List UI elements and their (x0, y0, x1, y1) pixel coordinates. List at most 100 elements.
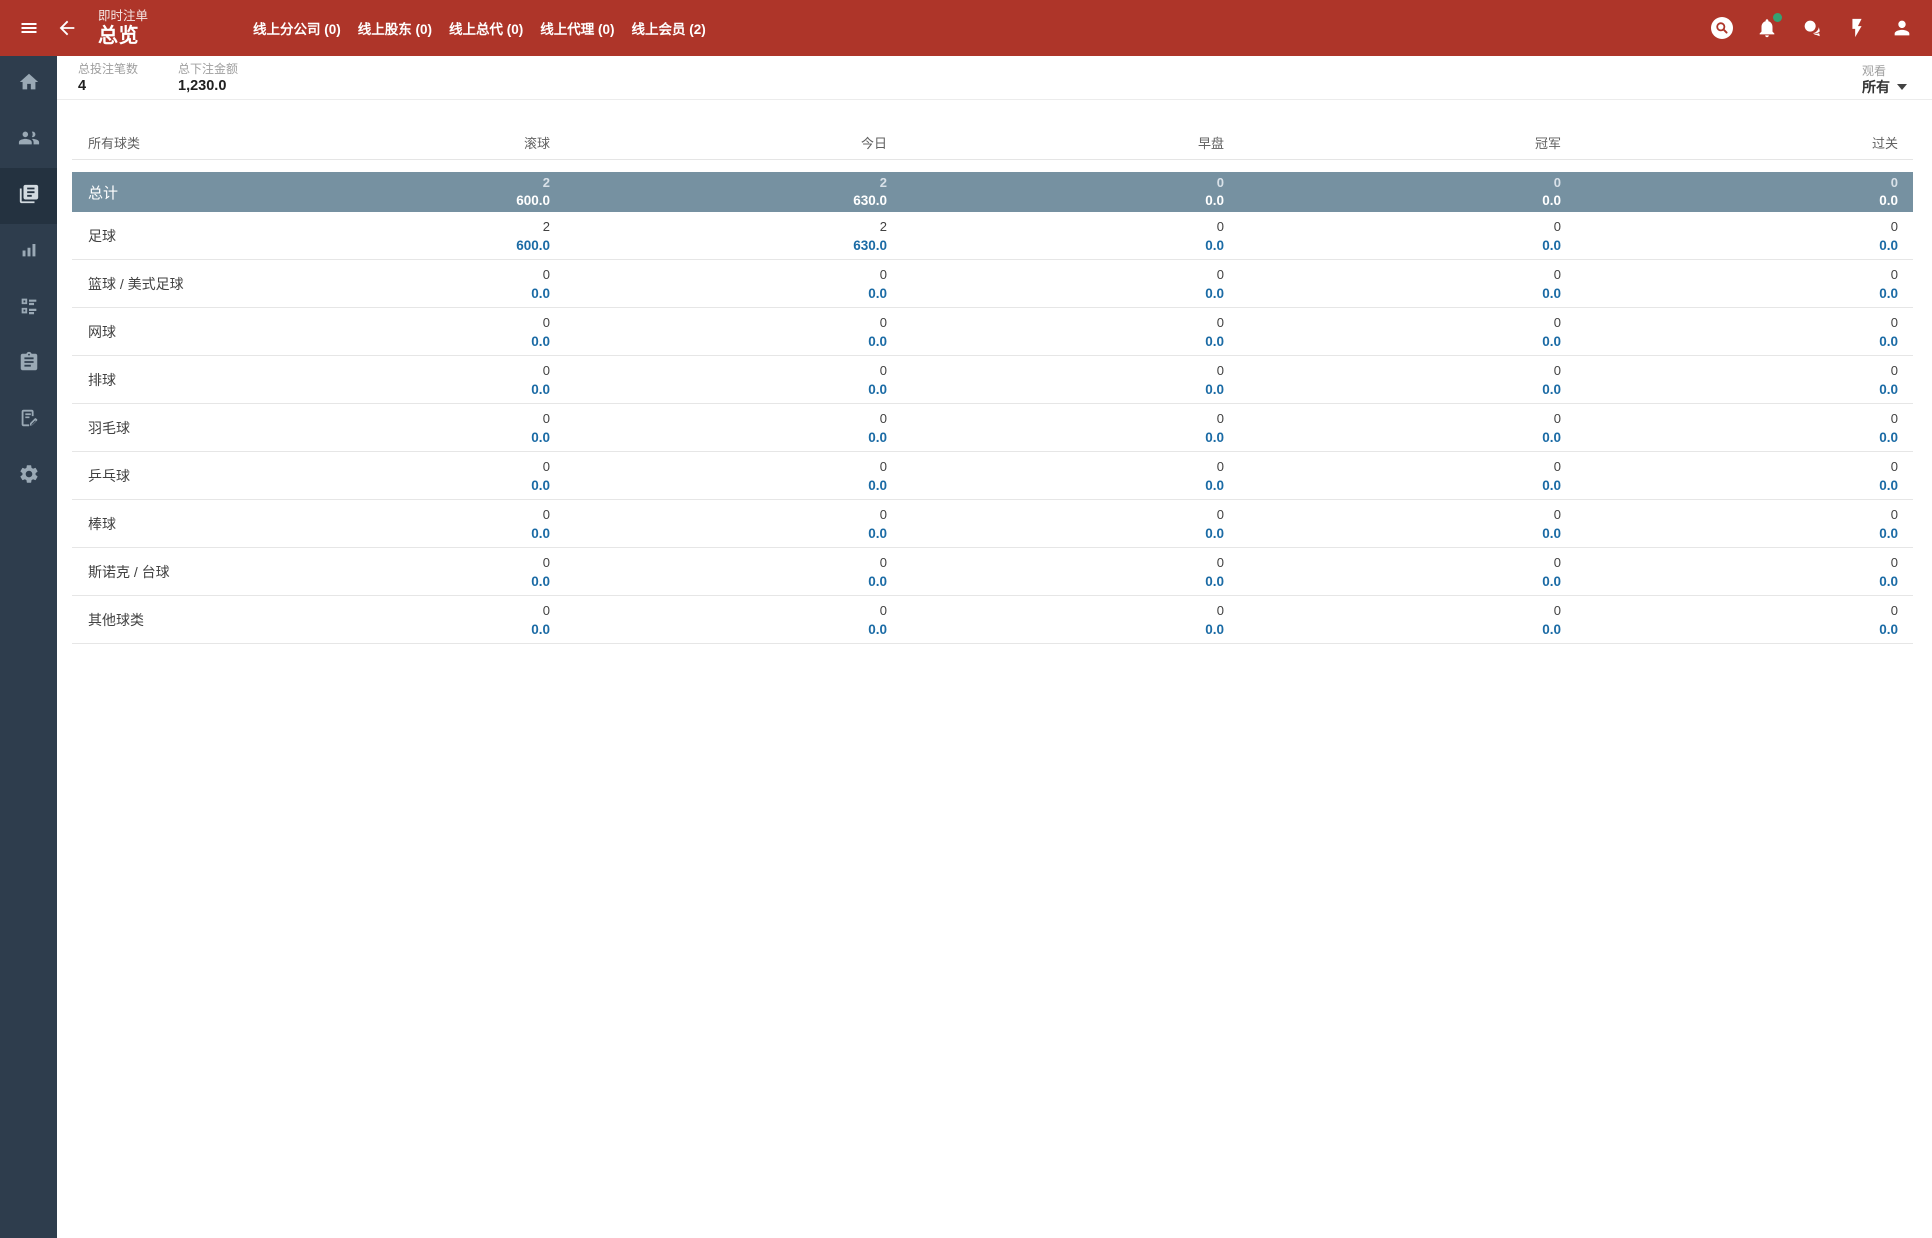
cell-amount[interactable]: 0.0 (1239, 428, 1561, 447)
watch-filter-dropdown[interactable]: 观看 所有 (1862, 64, 1907, 96)
cell-count: 0 (1216, 554, 1224, 570)
cell-amount[interactable]: 0.0 (902, 332, 1224, 351)
numeric-cell: 0 0.0 (1239, 457, 1576, 495)
cell-amount[interactable]: 0.0 (902, 476, 1224, 495)
stat-total-amount: 总下注金额 1,230.0 (178, 61, 238, 99)
cell-amount[interactable]: 0.0 (902, 192, 1224, 210)
cell-amount[interactable]: 630.0 (565, 236, 887, 255)
numeric-cell: 0 0.0 (902, 505, 1239, 543)
cell-amount[interactable]: 0.0 (228, 284, 550, 303)
search-icon[interactable] (1710, 16, 1734, 40)
cell-amount[interactable]: 0.0 (565, 380, 887, 399)
cell-amount[interactable]: 0.0 (1239, 620, 1561, 639)
cell-amount[interactable]: 0.0 (1576, 380, 1898, 399)
cell-count: 0 (879, 554, 887, 570)
numeric-cell: 0 0.0 (1576, 601, 1913, 639)
cell-amount[interactable]: 0.0 (902, 428, 1224, 447)
sidebar-nav (0, 56, 57, 1238)
cell-amount[interactable]: 0.0 (1239, 332, 1561, 351)
cell-amount[interactable]: 0.0 (1576, 192, 1898, 210)
cell-amount[interactable]: 0.0 (228, 380, 550, 399)
cell-amount[interactable]: 0.0 (902, 380, 1224, 399)
cell-amount[interactable]: 0.0 (1576, 620, 1898, 639)
cell-amount[interactable]: 0.0 (565, 572, 887, 591)
cell-amount[interactable]: 0.0 (902, 284, 1224, 303)
cell-amount[interactable]: 0.0 (1239, 236, 1561, 255)
account-level-tab[interactable]: 线上分公司 (0) (253, 18, 341, 38)
numeric-cell: 0 0.0 (228, 265, 565, 303)
cell-amount[interactable]: 0.0 (565, 524, 887, 543)
cell-amount[interactable]: 0.0 (1239, 476, 1561, 495)
table-total-row: 总计 2 600.0 2 630.0 0 0.0 0 0.0 0 0.0 (72, 172, 1913, 212)
cell-amount[interactable]: 0.0 (1239, 192, 1561, 210)
hamburger-menu-icon[interactable] (17, 16, 41, 40)
cell-amount[interactable]: 0.0 (902, 236, 1224, 255)
cell-amount[interactable]: 0.0 (565, 428, 887, 447)
cell-amount[interactable]: 0.0 (1576, 332, 1898, 351)
cell-amount[interactable]: 0.0 (1239, 380, 1561, 399)
back-arrow-icon[interactable] (55, 16, 79, 40)
cell-amount[interactable]: 0.0 (902, 620, 1224, 639)
numeric-cell: 0 0.0 (1576, 361, 1913, 399)
cell-amount[interactable]: 0.0 (1239, 572, 1561, 591)
sidebar-item-home[interactable] (0, 56, 57, 112)
numeric-cell: 0 0.0 (1576, 217, 1913, 255)
cell-amount[interactable]: 0.0 (565, 284, 887, 303)
cell-amount[interactable]: 0.0 (1576, 284, 1898, 303)
settings-icon (18, 463, 40, 490)
cell-amount[interactable]: 0.0 (1576, 524, 1898, 543)
flash-icon[interactable] (1845, 16, 1869, 40)
cell-count: 0 (1553, 554, 1561, 570)
sidebar-item-logs[interactable] (0, 392, 57, 448)
cell-amount[interactable]: 0.0 (228, 428, 550, 447)
numeric-cell: 0 0.0 (902, 361, 1239, 399)
numeric-cell: 0 0.0 (228, 601, 565, 639)
cell-amount[interactable]: 0.0 (1239, 524, 1561, 543)
page-subtitle: 即时注单 (98, 8, 149, 23)
cell-amount[interactable]: 0.0 (565, 332, 887, 351)
account-level-tab[interactable]: 线上股东 (0) (358, 18, 432, 38)
cell-amount[interactable]: 0.0 (228, 572, 550, 591)
people-icon (18, 127, 40, 154)
cell-amount[interactable]: 0.0 (228, 524, 550, 543)
cell-count: 0 (1553, 362, 1561, 378)
account-level-tab[interactable]: 线上总代 (0) (449, 18, 523, 38)
home-icon (18, 71, 40, 98)
sidebar-item-members[interactable] (0, 112, 57, 168)
cell-amount[interactable]: 0.0 (565, 476, 887, 495)
cell-count: 0 (1216, 410, 1224, 426)
cell-count: 2 (879, 218, 887, 234)
table-body: 足球 2 600.0 2 630.0 0 0.0 0 0.0 0 0.0 篮球 … (72, 212, 1913, 644)
cell-amount[interactable]: 0.0 (1576, 572, 1898, 591)
cell-amount[interactable]: 0.0 (565, 620, 887, 639)
table-row: 足球 2 600.0 2 630.0 0 0.0 0 0.0 0 0.0 (72, 212, 1913, 260)
sidebar-item-reports[interactable] (0, 224, 57, 280)
account-level-tab[interactable]: 线上代理 (0) (540, 18, 614, 38)
sidebar-item-bets[interactable] (0, 168, 57, 224)
account-icon[interactable] (1890, 16, 1914, 40)
chat-icon[interactable] (1800, 16, 1824, 40)
page-title-block: 即时注单 总览 (98, 10, 148, 47)
cell-count: 0 (879, 602, 887, 618)
account-level-tab[interactable]: 线上会员 (2) (632, 18, 706, 38)
cell-amount[interactable]: 630.0 (565, 192, 887, 210)
cell-count: 0 (1890, 362, 1898, 378)
cell-count: 0 (1216, 506, 1224, 522)
sidebar-item-settings[interactable] (0, 448, 57, 504)
cell-amount[interactable]: 0.0 (902, 572, 1224, 591)
cell-amount[interactable]: 0.0 (228, 332, 550, 351)
cell-amount[interactable]: 0.0 (1239, 284, 1561, 303)
cell-amount[interactable]: 0.0 (902, 524, 1224, 543)
cell-amount[interactable]: 600.0 (228, 236, 550, 255)
column-header: 早盘 (1197, 136, 1224, 151)
cell-amount[interactable]: 0.0 (1576, 476, 1898, 495)
cell-amount[interactable]: 600.0 (228, 192, 550, 210)
notifications-icon[interactable] (1755, 13, 1782, 40)
table-row: 棒球 0 0.0 0 0.0 0 0.0 0 0.0 0 0.0 (72, 500, 1913, 548)
cell-amount[interactable]: 0.0 (228, 620, 550, 639)
cell-amount[interactable]: 0.0 (1576, 236, 1898, 255)
cell-amount[interactable]: 0.0 (1576, 428, 1898, 447)
sidebar-item-tasks[interactable] (0, 336, 57, 392)
cell-amount[interactable]: 0.0 (228, 476, 550, 495)
sidebar-item-results[interactable] (0, 280, 57, 336)
